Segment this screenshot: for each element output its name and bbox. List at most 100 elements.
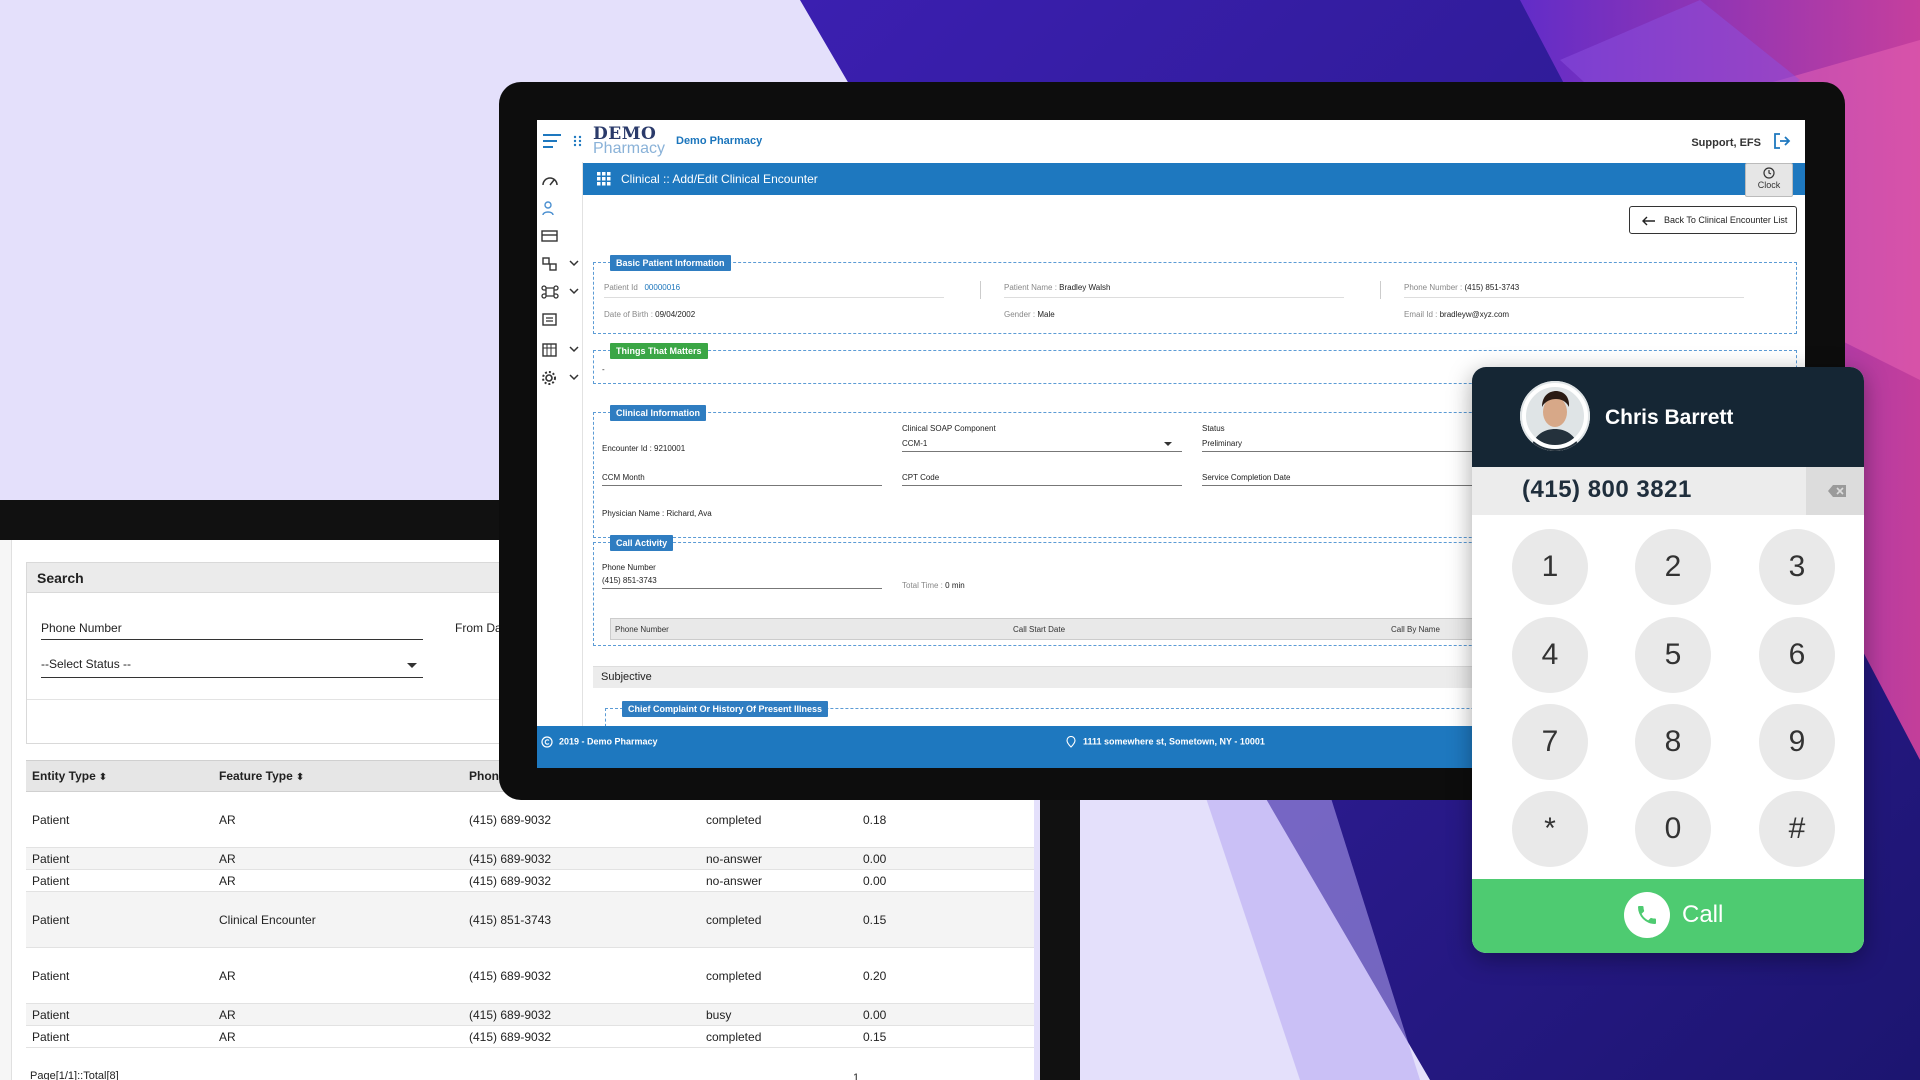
divider <box>1404 297 1744 298</box>
keypad-key[interactable]: 6 <box>1759 617 1835 693</box>
breadcrumb: Clinical :: Add/Edit Clinical Encounter <box>621 172 818 186</box>
backspace-icon <box>1828 485 1846 497</box>
table-cell: Patient <box>32 851 70 866</box>
sidebar-item-billing[interactable] <box>539 226 583 248</box>
phone-number-field: Phone Number : (415) 851-3743 <box>1404 283 1520 292</box>
logout-icon[interactable] <box>1773 133 1791 149</box>
keypad-key[interactable]: # <box>1759 791 1835 867</box>
sidebar-item-settings[interactable] <box>539 368 583 390</box>
sidebar <box>537 162 583 726</box>
section-title-clinical-info: Clinical Information <box>610 405 707 421</box>
keypad-key[interactable]: 3 <box>1759 529 1835 605</box>
email-field: Email Id : bradleyw@xyz.com <box>1404 310 1510 319</box>
keypad-key[interactable]: * <box>1512 791 1588 867</box>
status-select[interactable]: --Select Status -- <box>41 657 423 678</box>
column-header-call-start-date: Call Start Date <box>1013 625 1066 634</box>
table-row[interactable]: Patient AR (415) 689-9032 no-answer 0.00 <box>26 870 1034 892</box>
copyright-icon <box>541 736 553 748</box>
divider <box>980 281 981 299</box>
dialed-number-row: (415) 800 3821 <box>1472 467 1864 515</box>
dialed-number[interactable]: (415) 800 3821 <box>1522 476 1692 504</box>
table-row[interactable]: Patient AR (415) 689-9032 completed 0.20 <box>26 948 1034 1004</box>
page-number[interactable]: 1 <box>853 1072 859 1080</box>
sidebar-item-dashboard[interactable] <box>539 170 583 192</box>
table-row[interactable]: Patient AR (415) 689-9032 busy 0.00 <box>26 1004 1034 1026</box>
gender-field: Gender : Male <box>1004 310 1055 319</box>
sort-icon: ⬍ <box>295 772 305 783</box>
table-cell: AR <box>219 1007 236 1022</box>
sidebar-item-tools[interactable] <box>539 282 583 304</box>
patient-id-field: Patient Id 00000016 <box>604 283 681 292</box>
user-name[interactable]: Support, EFS <box>1691 137 1761 149</box>
table-cell: 0.00 <box>863 873 887 888</box>
clock-icon <box>1763 167 1775 179</box>
keypad-key[interactable]: 9 <box>1759 704 1835 780</box>
call-button[interactable]: Call <box>1472 879 1864 953</box>
backspace-button[interactable] <box>1806 467 1864 515</box>
dob-field: Date of Birth : 09/04/2002 <box>604 310 696 319</box>
keypad-key[interactable]: 8 <box>1635 704 1711 780</box>
phone-icon <box>1638 906 1656 924</box>
divider <box>1202 485 1482 486</box>
table-cell: AR <box>219 812 236 827</box>
table-row[interactable]: Patient AR (415) 689-9032 completed 0.15 <box>26 1026 1034 1048</box>
cpt-code-field[interactable]: CPT Code <box>902 473 939 482</box>
table-cell: 0.00 <box>863 851 887 866</box>
dashboard-icon <box>542 177 558 186</box>
top-bar: DEMO Pharmacy Demo Pharmacy Support, EFS <box>537 120 1805 162</box>
service-completion-date-field[interactable]: Service Completion Date <box>1202 473 1290 482</box>
keypad-key[interactable]: 1 <box>1512 529 1588 605</box>
phone-number-field[interactable]: Phone Number <box>41 621 423 640</box>
table-cell: (415) 851-3743 <box>469 912 552 927</box>
table-cell: (415) 689-9032 <box>469 968 552 983</box>
table-cell: (415) 689-9032 <box>469 812 552 827</box>
sidebar-item-reports[interactable] <box>539 310 583 332</box>
chevron-down-icon <box>1164 442 1172 446</box>
table-cell: 0.20 <box>863 968 887 983</box>
sidebar-item-inventory[interactable] <box>539 254 583 276</box>
soap-component-select[interactable]: CCM-1 <box>902 439 927 448</box>
column-header-entity-type[interactable]: Entity Type ⬍ <box>32 769 107 783</box>
section-title-basic-info: Basic Patient Information <box>610 255 731 271</box>
apps-dots-icon[interactable] <box>573 135 583 147</box>
ccm-month-field[interactable]: CCM Month <box>602 473 645 482</box>
divider <box>604 297 944 298</box>
keypad-key[interactable]: 5 <box>1635 617 1711 693</box>
sidebar-item-patients[interactable] <box>539 198 583 220</box>
status-select[interactable]: Preliminary <box>1202 439 1242 448</box>
menu-icon[interactable] <box>543 134 561 148</box>
call-icon-circle <box>1624 892 1670 938</box>
table-cell: 0.00 <box>863 1007 887 1022</box>
table-row[interactable]: Patient AR (415) 689-9032 no-answer 0.00 <box>26 848 1034 870</box>
billing-icon <box>541 230 558 242</box>
keypad-key[interactable]: 7 <box>1512 704 1588 780</box>
call-phone-input[interactable]: (415) 851-3743 <box>602 576 657 585</box>
call-label: Call <box>1682 901 1724 928</box>
location-pin-icon <box>1066 735 1076 748</box>
sidebar-item-calendar[interactable] <box>539 340 583 362</box>
column-header-feature-type[interactable]: Feature Type ⬍ <box>219 769 304 783</box>
keypad-key[interactable]: 2 <box>1635 529 1711 605</box>
table-cell: Patient <box>32 968 70 983</box>
keypad-key[interactable]: 0 <box>1635 791 1711 867</box>
table-row[interactable]: Patient Clinical Encounter (415) 851-3743 c… <box>26 892 1034 948</box>
pharmacy-name[interactable]: Demo Pharmacy <box>676 135 762 147</box>
divider <box>902 485 1182 486</box>
divider <box>902 451 1182 452</box>
table-row[interactable]: Patient AR (415) 689-9032 completed 0.18 <box>26 792 1034 848</box>
table-cell: 0.15 <box>863 1029 887 1044</box>
table-cell: AR <box>219 873 236 888</box>
table-cell: Patient <box>32 1029 70 1044</box>
keypad-key[interactable]: 4 <box>1512 617 1588 693</box>
pagination-info: Page[1/1]::Total[8] <box>30 1070 119 1080</box>
chevron-down-icon <box>569 346 579 353</box>
patient-id-link[interactable]: 00000016 <box>644 283 680 292</box>
divider <box>602 588 882 589</box>
table-cell: (415) 689-9032 <box>469 1029 552 1044</box>
back-to-list-button[interactable]: Back To Clinical Encounter List <box>1629 206 1797 234</box>
table-cell: no-answer <box>706 873 763 888</box>
table-cell: Patient <box>32 812 70 827</box>
clock-button[interactable]: Clock <box>1745 163 1793 197</box>
physician-name: Physician Name : Richard, Ava <box>602 509 712 518</box>
table-cell: (415) 689-9032 <box>469 851 552 866</box>
